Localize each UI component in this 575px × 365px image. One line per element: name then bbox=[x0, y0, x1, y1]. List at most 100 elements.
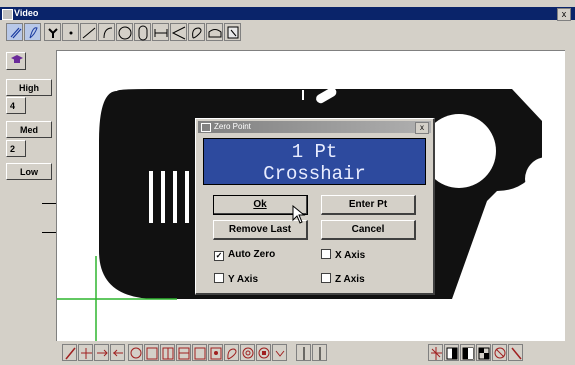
bottom-tool-button[interactable] bbox=[160, 344, 175, 361]
box-edge-4-icon bbox=[194, 347, 206, 360]
bottom-tool-button[interactable] bbox=[312, 344, 327, 361]
point-tool-button[interactable] bbox=[62, 23, 79, 41]
hat-button[interactable] bbox=[6, 52, 26, 70]
auto-zero-label: Auto Zero bbox=[228, 249, 276, 260]
canvas-tick-left-1 bbox=[42, 203, 56, 204]
edge-left-icon bbox=[113, 349, 123, 357]
bottom-tool-button[interactable] bbox=[240, 344, 255, 361]
bottom-tool-button[interactable] bbox=[256, 344, 271, 361]
bottom-tool-button[interactable] bbox=[128, 344, 143, 361]
part-bar-2 bbox=[161, 171, 165, 223]
z-axis-label: Z Axis bbox=[335, 274, 365, 285]
line-tool-button[interactable] bbox=[80, 23, 97, 41]
window-title-bar[interactable]: Video bbox=[0, 7, 575, 20]
bottom-tool-button[interactable] bbox=[444, 344, 459, 361]
circle-tool-icon bbox=[118, 26, 132, 40]
display-line-1: 1 Pt bbox=[291, 141, 338, 163]
arc-tool-button[interactable] bbox=[98, 23, 115, 41]
edge-tool-icon bbox=[208, 29, 222, 38]
vertical-line-2-icon bbox=[319, 347, 321, 360]
bottom-tool-button[interactable] bbox=[272, 344, 287, 361]
box-edge-5-icon bbox=[210, 347, 222, 360]
contour-tool-button[interactable] bbox=[188, 23, 205, 41]
bottom-tool-button[interactable] bbox=[476, 344, 491, 361]
window-title: Video bbox=[14, 8, 39, 18]
zoom-tool-icon bbox=[227, 26, 239, 39]
dialog-title-bar[interactable]: Zero Point x bbox=[198, 121, 431, 134]
part-bar-3 bbox=[173, 171, 177, 223]
display-line-2: Crosshair bbox=[263, 163, 366, 185]
probe-tool-button[interactable] bbox=[24, 23, 41, 41]
contour-edge-icon bbox=[227, 348, 237, 360]
bottom-tool-button[interactable] bbox=[208, 344, 223, 361]
bottom-tool-button[interactable] bbox=[94, 344, 109, 361]
part-bar-4 bbox=[185, 171, 189, 223]
circle-target-icon bbox=[130, 347, 142, 359]
box-edge-2-icon bbox=[162, 347, 174, 360]
enter-pt-button[interactable]: Enter Pt bbox=[321, 195, 416, 215]
pointer-tool-icon bbox=[10, 27, 22, 39]
point-display: 1 Pt Crosshair bbox=[203, 138, 426, 185]
bottom-tool-button[interactable] bbox=[460, 344, 475, 361]
distance-tool-button[interactable] bbox=[152, 23, 169, 41]
ok-button-label: Ok bbox=[253, 199, 267, 210]
crosshair-target-button[interactable] bbox=[44, 23, 61, 41]
canvas-tick-left-2 bbox=[42, 232, 56, 233]
point-tool-icon bbox=[69, 31, 73, 35]
arc-tool-icon bbox=[103, 27, 113, 39]
bottom-tool-button[interactable] bbox=[144, 344, 159, 361]
enter-pt-label: Enter Pt bbox=[348, 199, 388, 210]
y-axis-checkbox[interactable]: Y Axis bbox=[214, 273, 258, 286]
target-icon bbox=[258, 347, 270, 359]
bottom-tool-button[interactable] bbox=[78, 344, 93, 361]
pointer-tool-button[interactable] bbox=[6, 23, 23, 41]
bottom-tool-button[interactable] bbox=[176, 344, 191, 361]
y-axis-label: Y Axis bbox=[228, 274, 259, 285]
bottom-tool-button[interactable] bbox=[296, 344, 311, 361]
video-window: Video x High 4 Med 2 Low Zero Point x 1 … bbox=[0, 0, 575, 365]
angle-tool-icon bbox=[171, 26, 186, 40]
measure-toolbar bbox=[6, 21, 316, 45]
high-light-button[interactable]: High bbox=[6, 79, 52, 96]
z-axis-checkbox[interactable]: Z Axis bbox=[321, 273, 365, 286]
box-edge-3-icon bbox=[178, 347, 190, 360]
zero-point-dialog: Zero Point x 1 Pt Crosshair Ok Enter Pt … bbox=[195, 118, 435, 295]
auto-zero-checkbox[interactable]: ✓ Auto Zero bbox=[214, 249, 275, 261]
chevron-down-icon bbox=[275, 350, 285, 357]
med-light-button[interactable]: Med bbox=[6, 121, 52, 138]
angle-tool-button[interactable] bbox=[170, 23, 187, 41]
bottom-tool-button[interactable] bbox=[492, 344, 507, 361]
bottom-tool-button[interactable] bbox=[192, 344, 207, 361]
y-axis-box bbox=[214, 273, 224, 283]
z-axis-box bbox=[321, 273, 331, 283]
level-4-field[interactable]: 4 bbox=[6, 97, 26, 114]
distance-tool-icon bbox=[154, 29, 168, 37]
zoom-tool-button[interactable] bbox=[224, 23, 241, 41]
bottom-tool-button[interactable] bbox=[508, 344, 523, 361]
level-2-field[interactable]: 2 bbox=[6, 140, 26, 157]
part-tick bbox=[302, 90, 304, 100]
vertical-line-icon bbox=[303, 347, 305, 360]
circle-tool-button[interactable] bbox=[116, 23, 133, 41]
low-light-button[interactable]: Low bbox=[6, 163, 52, 180]
edge-tool-button[interactable] bbox=[206, 23, 223, 41]
cancel-button[interactable]: Cancel bbox=[321, 220, 416, 240]
bottom-tool-button[interactable] bbox=[110, 344, 125, 361]
bottom-tool-button[interactable] bbox=[224, 344, 239, 361]
x-axis-checkbox[interactable]: X Axis bbox=[321, 249, 365, 262]
graduation-cap-icon bbox=[11, 55, 23, 63]
slot-tool-button[interactable] bbox=[134, 23, 151, 41]
edge-right-icon bbox=[97, 349, 108, 357]
mouse-cursor-icon bbox=[292, 205, 306, 224]
window-close-button[interactable]: x bbox=[557, 8, 571, 21]
checker-icon bbox=[478, 347, 490, 360]
dialog-close-button[interactable]: x bbox=[415, 122, 429, 134]
contour-tool-icon bbox=[192, 27, 202, 39]
bottom-tool-button[interactable] bbox=[62, 344, 77, 361]
crosshair-icon bbox=[81, 348, 92, 359]
slot-tool-icon bbox=[138, 25, 148, 41]
backslash-icon bbox=[511, 347, 522, 360]
probe-tool-icon bbox=[29, 27, 38, 39]
bottom-tool-button[interactable] bbox=[428, 344, 443, 361]
part-bar-1 bbox=[149, 171, 153, 223]
